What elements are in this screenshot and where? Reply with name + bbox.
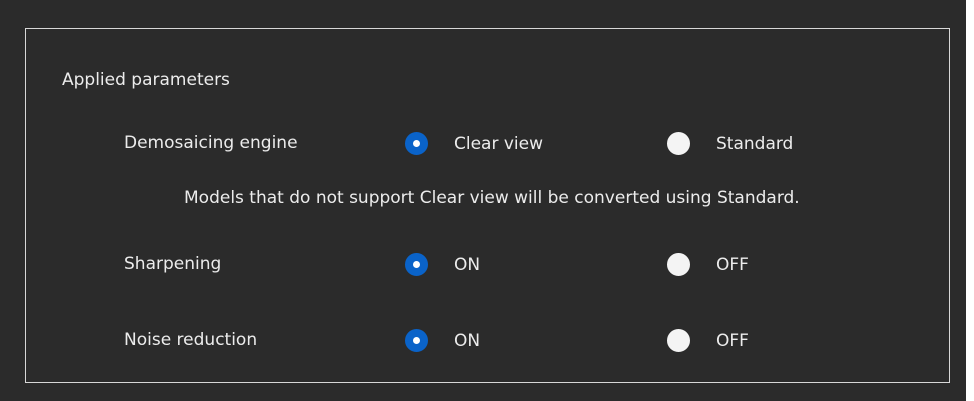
radio-label: OFF — [716, 254, 749, 275]
radio-checked-icon — [405, 253, 428, 276]
radio-noise-reduction-on[interactable]: ON — [405, 329, 480, 352]
radio-label: Standard — [716, 133, 794, 154]
radio-checked-icon — [405, 329, 428, 352]
radio-demosaicing-standard[interactable]: Standard — [667, 132, 793, 155]
radio-checked-icon — [405, 132, 428, 155]
radio-label: ON — [454, 254, 481, 275]
noise-reduction-label: Noise reduction — [124, 330, 258, 350]
window-edge — [966, 0, 974, 401]
radio-unchecked-icon — [667, 329, 690, 352]
radio-noise-reduction-off[interactable]: OFF — [667, 329, 749, 352]
group-title: Applied parameters — [62, 70, 230, 90]
radio-demosaicing-clear-view[interactable]: Clear view — [405, 132, 543, 155]
radio-sharpening-off[interactable]: OFF — [667, 253, 749, 276]
radio-label: ON — [454, 330, 481, 351]
radio-label: OFF — [716, 330, 749, 351]
radio-label: Clear view — [454, 133, 544, 154]
demosaicing-engine-label: Demosaicing engine — [124, 133, 298, 153]
demosaicing-note: Models that do not support Clear view wi… — [184, 188, 800, 208]
sharpening-label: Sharpening — [124, 254, 222, 274]
radio-sharpening-on[interactable]: ON — [405, 253, 480, 276]
radio-unchecked-icon — [667, 253, 690, 276]
radio-unchecked-icon — [667, 132, 690, 155]
dialog-panel: Applied parameters Demosaicing engine Cl… — [0, 0, 966, 401]
